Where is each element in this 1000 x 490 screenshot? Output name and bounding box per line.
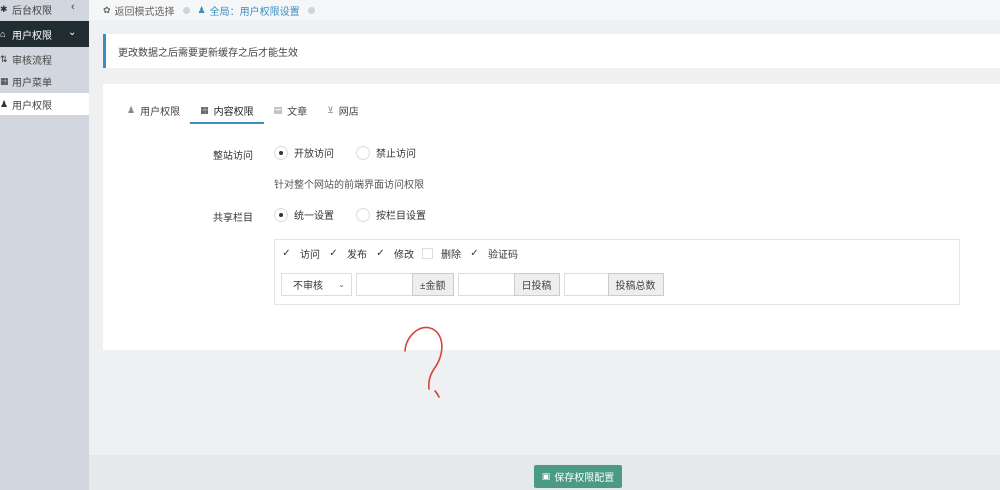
permission-checkbox-row: ✓ 访问 ✓ 发布 ✓ 修改 删除 ✓ 验证码 xyxy=(281,246,526,261)
amount-input[interactable] xyxy=(356,273,412,296)
tab-shop[interactable]: ⊻ 网店 xyxy=(317,96,369,124)
permission-controls-row: 不审核 ⌄ ±金额 日投稿 投稿总数 xyxy=(281,273,664,296)
shared-column-radio-group: 统一设置 按栏目设置 xyxy=(274,207,448,222)
article-icon: ▤ xyxy=(273,104,283,115)
chevron-down-icon: ⌄ xyxy=(338,280,345,289)
save-permission-button[interactable]: ▣ 保存权限配置 xyxy=(534,465,622,488)
radio-label: 按栏目设置 xyxy=(376,211,426,222)
separator-dot xyxy=(182,6,190,14)
question-mark-annotation xyxy=(404,326,443,398)
breadcrumb-back-link[interactable]: 返回模式选择 xyxy=(115,3,175,18)
sidebar-item-user-permission[interactable]: ♟ 用户权限 xyxy=(0,93,89,115)
radio-label: 禁止访问 xyxy=(376,149,416,160)
user-icon: ♟ xyxy=(0,98,9,109)
save-icon: ▣ xyxy=(541,471,551,481)
sidebar-item-label: 审核流程 xyxy=(12,56,52,67)
checkbox-label: 发布 xyxy=(347,250,367,261)
separator-dot xyxy=(307,6,315,14)
sidebar-item-label: 用户权限 xyxy=(12,100,52,112)
unified-permission-box: ✓ 访问 ✓ 发布 ✓ 修改 删除 ✓ 验证码 不审核 ⌄ ±金额 日投稿 投稿… xyxy=(274,239,960,305)
permission-panel: ♟ 用户权限 ▦ 内容权限 ▤ 文章 ⊻ 网店 整站访问 开放访问 禁止访问 针… xyxy=(103,84,1000,350)
chevron-left-icon: ‹ xyxy=(71,1,75,13)
sidebar: ✱ 后台权限 ‹ ⌂ 用户权限 ⌄ ⇅ 审核流程 ▦ 用户菜单 ♟ 用户权限 xyxy=(0,0,89,490)
breadcrumb-current[interactable]: 全局：用户权限设置 xyxy=(210,3,300,18)
review-select-value: 不审核 xyxy=(293,281,323,292)
home-icon: ⌂ xyxy=(0,29,6,39)
sidebar-item-user-menu[interactable]: ▦ 用户菜单 xyxy=(0,71,89,92)
site-access-hint: 针对整个网站的前端界面访问权限 xyxy=(274,180,424,191)
tab-article[interactable]: ▤ 文章 xyxy=(264,96,318,124)
checkbox-delete[interactable] xyxy=(422,248,433,259)
checkbox-publish[interactable]: ✓ xyxy=(328,248,339,259)
radio-open-access[interactable] xyxy=(274,145,288,160)
radio-label: 统一设置 xyxy=(294,211,334,222)
checkbox-label: 删除 xyxy=(441,250,461,261)
table-icon: ▦ xyxy=(200,104,209,115)
sidebar-item-label: 用户菜单 xyxy=(12,78,52,89)
tab-content-permissions[interactable]: ▦ 内容权限 xyxy=(190,96,264,124)
checkbox-label: 修改 xyxy=(394,250,414,261)
checkbox-label: 验证码 xyxy=(488,250,518,261)
radio-per-column-setting[interactable] xyxy=(356,207,370,222)
tab-user-permissions[interactable]: ♟ 用户权限 xyxy=(117,96,190,124)
sort-icon: ⇅ xyxy=(0,54,8,64)
checkbox-label: 访问 xyxy=(300,250,320,261)
amount-addon: ±金额 xyxy=(412,273,454,296)
breadcrumb: ✿ 返回模式选择 ♟ 全局：用户权限设置 xyxy=(89,0,1000,20)
user-icon: ♟ xyxy=(127,104,136,115)
daily-submission-input-group: 日投稿 xyxy=(457,273,560,296)
tab-label: 用户权限 xyxy=(140,106,181,118)
site-access-radio-group: 开放访问 禁止访问 xyxy=(274,145,438,160)
sidebar-item-backend-permissions[interactable]: ✱ 后台权限 ‹ xyxy=(0,0,89,18)
chevron-down-icon: ⌄ xyxy=(68,27,77,38)
gear-icon: ✿ xyxy=(103,4,111,15)
radio-unified-setting[interactable] xyxy=(274,207,288,222)
radio-label: 开放访问 xyxy=(294,149,334,160)
amount-input-group: ±金额 xyxy=(356,273,454,296)
checkbox-visit[interactable]: ✓ xyxy=(281,248,292,259)
total-submission-addon: 投稿总数 xyxy=(607,273,664,296)
save-button-label: 保存权限配置 xyxy=(554,473,615,484)
notice-text: 更改数据之后需要更新缓存之后才能生效 xyxy=(118,47,298,59)
total-submission-input[interactable] xyxy=(563,273,608,296)
daily-submission-input[interactable] xyxy=(457,273,514,296)
daily-submission-addon: 日投稿 xyxy=(513,273,560,296)
site-access-label: 整站访问 xyxy=(213,151,253,162)
shared-column-label: 共享栏目 xyxy=(213,213,253,224)
cart-icon: ⊻ xyxy=(327,104,334,115)
gear-icon: ✱ xyxy=(0,3,8,14)
review-select[interactable]: 不审核 ⌄ xyxy=(281,273,352,296)
table-icon: ▦ xyxy=(0,76,9,86)
tab-label: 内容权限 xyxy=(213,106,254,118)
user-icon: ♟ xyxy=(197,4,206,15)
cache-notice: 更改数据之后需要更新缓存之后才能生效 xyxy=(103,34,1000,68)
radio-deny-access[interactable] xyxy=(356,145,370,160)
sidebar-item-label: 后台权限 xyxy=(12,5,52,17)
total-submission-input-group: 投稿总数 xyxy=(563,273,664,296)
sidebar-item-review-flow[interactable]: ⇅ 审核流程 xyxy=(0,49,89,70)
checkbox-edit[interactable]: ✓ xyxy=(375,248,386,259)
tab-bar: ♟ 用户权限 ▦ 内容权限 ▤ 文章 ⊻ 网店 xyxy=(117,96,369,124)
checkbox-captcha[interactable]: ✓ xyxy=(469,248,480,259)
sidebar-item-label: 用户权限 xyxy=(12,30,52,42)
sidebar-item-user-permissions[interactable]: ⌂ 用户权限 ⌄ xyxy=(0,21,89,47)
tab-label: 文章 xyxy=(287,106,308,118)
tab-label: 网店 xyxy=(338,106,359,118)
